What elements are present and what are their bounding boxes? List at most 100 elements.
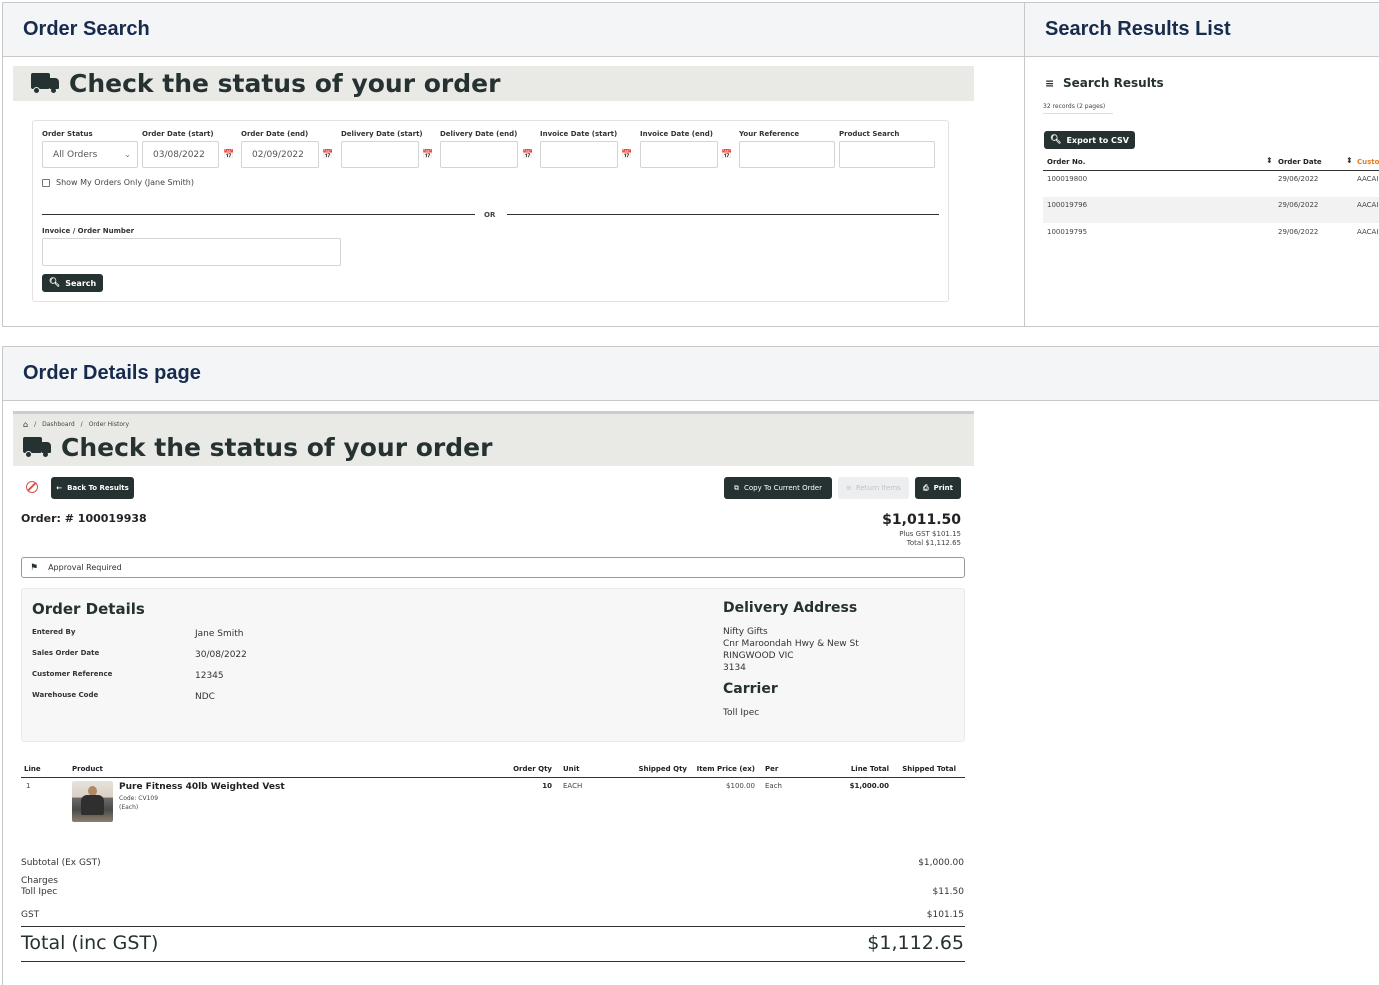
order-date-end-input[interactable]: 02/09/2022: [241, 141, 319, 168]
records-underline: [1043, 113, 1113, 114]
calendar-icon[interactable]: 📅: [221, 141, 237, 168]
carrier-value: Toll Ipec: [723, 708, 760, 718]
column-header-customer[interactable]: Custo: [1357, 158, 1379, 166]
row-order-no: 100019800: [1047, 175, 1088, 183]
order-status-select[interactable]: All Orders ⌄: [42, 141, 138, 168]
table-header-line: [21, 777, 965, 778]
invoice-number-input[interactable]: [42, 238, 341, 266]
filter-label-product-search: Product Search: [839, 130, 900, 138]
order-search-panel-title: Order Search: [3, 3, 1024, 57]
order-number: Order: # 100019938: [21, 512, 147, 525]
divider-label: OR: [484, 211, 496, 219]
row-customer: AACAI: [1357, 175, 1379, 183]
col-product: Product: [72, 765, 103, 773]
truck-icon: [23, 436, 53, 459]
detail-label: Sales Order Date: [32, 649, 100, 657]
export-csv-button[interactable]: 🔍︎ Export to CSV: [1044, 131, 1135, 149]
detail-label: Customer Reference: [32, 670, 113, 678]
calendar-icon[interactable]: 📅: [320, 141, 336, 168]
carrier-heading: Carrier: [723, 681, 778, 697]
list-icon: ≡: [1045, 77, 1055, 90]
your-reference-input[interactable]: [739, 141, 835, 168]
filter-label-invoice-date-end: Invoice Date (end): [640, 130, 713, 138]
filter-label-order-date-end: Order Date (end): [241, 130, 309, 138]
col-shipped-qty: Shipped Qty: [638, 765, 687, 773]
row-order-date: 29/06/2022: [1278, 175, 1319, 183]
row-customer: AACAI: [1357, 201, 1379, 209]
col-item-price: Item Price (ex): [696, 765, 755, 773]
invoice-date-start-input[interactable]: [540, 141, 618, 168]
filter-label-invoice-date-start: Invoice Date (start): [540, 130, 618, 138]
subtotal-value: $1,000.00: [918, 858, 964, 868]
column-header-order-no[interactable]: Order No.: [1047, 158, 1085, 166]
detail-value: 12345: [195, 671, 224, 681]
order-date-start-input[interactable]: 03/08/2022: [142, 141, 219, 168]
calendar-icon[interactable]: 📅: [520, 141, 536, 168]
calendar-icon[interactable]: 📅: [719, 141, 735, 168]
product-name[interactable]: Pure Fitness 40lb Weighted Vest: [119, 782, 285, 792]
charge-name: Toll Ipec: [21, 887, 58, 897]
print-button[interactable]: ⎙ Print: [915, 477, 961, 499]
search-icon: 🔍︎: [1050, 135, 1062, 145]
row-order-no: 100019795: [1047, 228, 1088, 236]
row-order-date: 29/06/2022: [1278, 228, 1319, 236]
order-status-value: All Orders: [53, 149, 98, 160]
order-amount: $1,011.50: [882, 512, 961, 528]
product-code: Code: CV109: [119, 795, 159, 802]
cancel-icon[interactable]: [26, 481, 38, 493]
order-total-small: Total $1,112.65: [906, 539, 961, 547]
flag-icon: ⚑: [30, 562, 39, 573]
copy-to-current-order-button[interactable]: ⧉ Copy To Current Order: [724, 477, 832, 499]
col-line-total: Line Total: [850, 765, 889, 773]
chevron-down-icon: ⌄: [124, 150, 131, 159]
col-unit: Unit: [563, 765, 580, 773]
plus-gst: Plus GST $101.15: [899, 530, 961, 538]
item-unit: EACH: [563, 782, 583, 790]
search-banner: Check the status of your order: [13, 66, 974, 101]
filter-label-delivery-date-end: Delivery Date (end): [440, 130, 518, 138]
order-details-panel-title: Order Details page: [3, 347, 1379, 401]
detail-value: Jane Smith: [195, 629, 244, 639]
home-icon[interactable]: ⌂: [23, 420, 28, 429]
copy-icon: ⧉: [734, 483, 739, 492]
calendar-icon[interactable]: 📅: [420, 141, 436, 168]
total-value: $1,112.65: [867, 932, 964, 954]
calendar-icon[interactable]: 📅: [619, 141, 635, 168]
table-row[interactable]: [1043, 172, 1379, 186]
results-header-line: [1043, 170, 1379, 171]
filter-label-order-status: Order Status: [42, 130, 93, 138]
print-icon: ⎙: [923, 483, 929, 492]
list-icon: ≡: [846, 484, 852, 492]
column-header-order-date[interactable]: Order Date: [1278, 158, 1322, 166]
sort-icon[interactable]: ⬍: [1266, 156, 1273, 165]
row-order-no: 100019796: [1047, 201, 1088, 209]
table-row[interactable]: [1043, 197, 1379, 223]
sort-icon[interactable]: ⬍: [1346, 156, 1353, 165]
product-search-input[interactable]: [839, 141, 935, 168]
detail-value: NDC: [195, 692, 215, 702]
product-each: (Each): [119, 804, 139, 811]
filter-label-delivery-date-start: Delivery Date (start): [341, 130, 423, 138]
item-per: Each: [765, 782, 782, 790]
my-orders-checkbox[interactable]: [42, 179, 50, 187]
item-price: $100.00: [726, 782, 755, 790]
delivery-date-start-input[interactable]: [341, 141, 419, 168]
breadcrumb-dashboard[interactable]: Dashboard: [42, 421, 75, 428]
gst-value: $101.15: [926, 910, 964, 920]
item-line-total: $1,000.00: [849, 782, 889, 790]
back-to-results-button[interactable]: ← Back To Results: [51, 477, 134, 499]
delivery-date-end-input[interactable]: [440, 141, 518, 168]
col-shipped-total: Shipped Total: [902, 765, 956, 773]
filter-label-order-date-start: Order Date (start): [142, 130, 214, 138]
invoice-date-end-input[interactable]: [640, 141, 718, 168]
item-order-qty: 10: [542, 782, 552, 790]
search-button[interactable]: 🔍︎ Search: [42, 274, 103, 292]
my-orders-label: Show My Orders Only (Jane Smith): [56, 178, 194, 187]
product-image[interactable]: [72, 781, 113, 822]
table-row[interactable]: [1043, 224, 1379, 238]
return-items-button[interactable]: ≡ Return Items: [838, 477, 909, 499]
col-line: Line: [24, 765, 41, 773]
detail-label: Entered By: [32, 628, 76, 636]
charge-value: $11.50: [932, 887, 965, 897]
breadcrumb-order-history[interactable]: Order History: [89, 421, 129, 428]
